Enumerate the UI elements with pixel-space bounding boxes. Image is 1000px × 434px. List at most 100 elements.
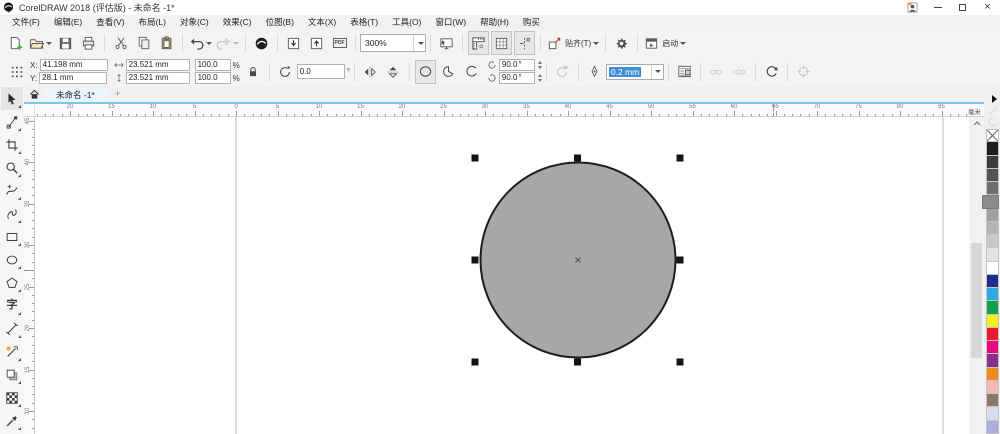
swatch-orange[interactable] [986, 368, 999, 381]
launch-button[interactable]: 启动 [643, 31, 687, 55]
swatch-gray-50[interactable] [986, 209, 999, 222]
x-position-field[interactable]: 41.198 mm [40, 59, 108, 71]
swatch-gray-60[interactable] [982, 195, 999, 208]
menu-item-9[interactable]: 工具(O) [385, 15, 428, 29]
swatch-white[interactable] [986, 262, 999, 275]
tool-dimension[interactable] [1, 317, 23, 340]
copy-button[interactable] [133, 31, 154, 55]
minimize-button[interactable] [925, 0, 950, 15]
selection-handle[interactable] [677, 155, 684, 162]
print-button[interactable] [78, 31, 99, 55]
publish-to-pdf-button[interactable]: PDF [329, 31, 350, 55]
object-position-grid[interactable] [6, 60, 27, 84]
selection-handle[interactable] [472, 257, 479, 264]
vertical-scrollbar[interactable] [969, 117, 984, 434]
selection-handle[interactable] [574, 155, 581, 162]
y-position-field[interactable]: 28.1 mm [39, 72, 107, 84]
swatch-purple[interactable] [986, 354, 999, 367]
swatch-gray-30[interactable] [986, 235, 999, 248]
tool-freehand[interactable] [1, 179, 23, 202]
tool-drop-shadow[interactable] [1, 363, 23, 386]
scale-h-field[interactable]: 100.0 [195, 59, 231, 71]
wrap-option-2-button[interactable] [729, 60, 750, 84]
cut-button[interactable] [110, 31, 131, 55]
center-marker-button[interactable] [793, 60, 814, 84]
ruler-corner[interactable] [24, 104, 35, 117]
selection-handle[interactable] [677, 257, 684, 264]
undo-button[interactable] [188, 31, 213, 55]
tool-bspline[interactable] [1, 202, 23, 225]
tool-zoom[interactable] [1, 156, 23, 179]
tool-pick[interactable] [1, 87, 23, 110]
swatch-no-color[interactable] [986, 129, 999, 142]
palette-flyout-icon[interactable] [992, 95, 997, 103]
open-button[interactable] [28, 31, 53, 55]
selection-handle[interactable] [574, 359, 581, 366]
snap-dropdown-icon[interactable] [593, 42, 599, 45]
swatch-red[interactable] [986, 328, 999, 341]
menu-item-3[interactable]: 布局(L) [132, 15, 173, 29]
selection-handle[interactable] [472, 155, 479, 162]
convert-to-curves-button[interactable] [761, 60, 782, 84]
horizontal-ruler[interactable]: 毫米 2015105051015202530354045505560657075… [35, 104, 984, 117]
export-button[interactable] [306, 31, 327, 55]
show-grid-toggle[interactable] [491, 31, 512, 55]
start-angle-field[interactable]: 90.0° [499, 59, 535, 71]
swatch-green[interactable] [986, 301, 999, 314]
canvas-area[interactable] [35, 117, 969, 434]
new-document-button[interactable] [5, 31, 26, 55]
import-button[interactable] [283, 31, 304, 55]
tool-polygon[interactable] [1, 271, 23, 294]
swatch-cyan[interactable] [986, 288, 999, 301]
menu-item-7[interactable]: 文本(X) [301, 15, 343, 29]
menu-item-8[interactable]: 表格(T) [343, 15, 385, 29]
lock-ratio-button[interactable] [243, 60, 264, 84]
welcome-tab-button[interactable] [24, 87, 44, 102]
show-guidelines-toggle[interactable] [514, 31, 535, 55]
pie-mode-button[interactable] [438, 60, 459, 84]
menu-item-6[interactable]: 位图(B) [259, 15, 301, 29]
swatch-black[interactable] [986, 142, 999, 155]
mirror-vertical-button[interactable] [383, 60, 404, 84]
tool-ellipse[interactable] [1, 248, 23, 271]
swatch-gray-70[interactable] [986, 182, 999, 195]
wrap-text-button[interactable] [674, 60, 695, 84]
swatch-gray-80[interactable] [986, 169, 999, 182]
swatch-periwinkle[interactable] [986, 421, 999, 434]
ellipse-mode-button[interactable] [415, 60, 436, 84]
open-dropdown-icon[interactable] [46, 42, 52, 45]
swatch-magenta[interactable] [986, 341, 999, 354]
outline-width-combo[interactable]: 0.2 mm [606, 64, 664, 80]
close-button[interactable]: × [975, 0, 1000, 15]
scroll-up-button[interactable] [969, 117, 984, 130]
tool-shape[interactable] [1, 110, 23, 133]
swatch-gray-90[interactable] [986, 156, 999, 169]
tool-connector[interactable] [1, 340, 23, 363]
undo-dropdown-icon[interactable] [206, 42, 212, 45]
mirror-horizontal-button[interactable] [360, 60, 381, 84]
menu-item-0[interactable]: 文件(F) [5, 15, 47, 29]
new-document-tab-button[interactable]: + [115, 88, 121, 102]
fullscreen-preview-button[interactable] [436, 31, 457, 55]
end-angle-field[interactable]: 90.0° [499, 72, 535, 84]
scale-v-field[interactable]: 100.0 [195, 72, 231, 84]
save-button[interactable] [55, 31, 76, 55]
menu-item-10[interactable]: 窗口(W) [428, 15, 473, 29]
swatch-gray-20[interactable] [986, 248, 999, 261]
menu-item-4[interactable]: 对象(C) [173, 15, 216, 29]
snap-options-button[interactable]: 贴齐(T) [546, 31, 600, 55]
scrollbar-thumb[interactable] [971, 243, 982, 358]
swatch-gray-40[interactable] [986, 222, 999, 235]
menu-item-11[interactable]: 帮助(H) [473, 15, 516, 29]
wrap-option-1-button[interactable] [706, 60, 727, 84]
welcome-screen-button[interactable] [251, 31, 272, 55]
tool-text[interactable]: 字 [1, 294, 23, 317]
zoom-level-dropdown[interactable] [413, 35, 425, 51]
redo-button[interactable] [215, 31, 240, 55]
vertical-ruler[interactable]: 1015202530354045 [24, 117, 35, 434]
menu-item-5[interactable]: 效果(C) [216, 15, 259, 29]
object-height-field[interactable]: 23.521 mm [126, 72, 190, 84]
object-width-field[interactable]: 23.521 mm [126, 59, 190, 71]
tool-color-eyedropper[interactable] [1, 409, 23, 432]
restore-button[interactable] [950, 0, 975, 15]
